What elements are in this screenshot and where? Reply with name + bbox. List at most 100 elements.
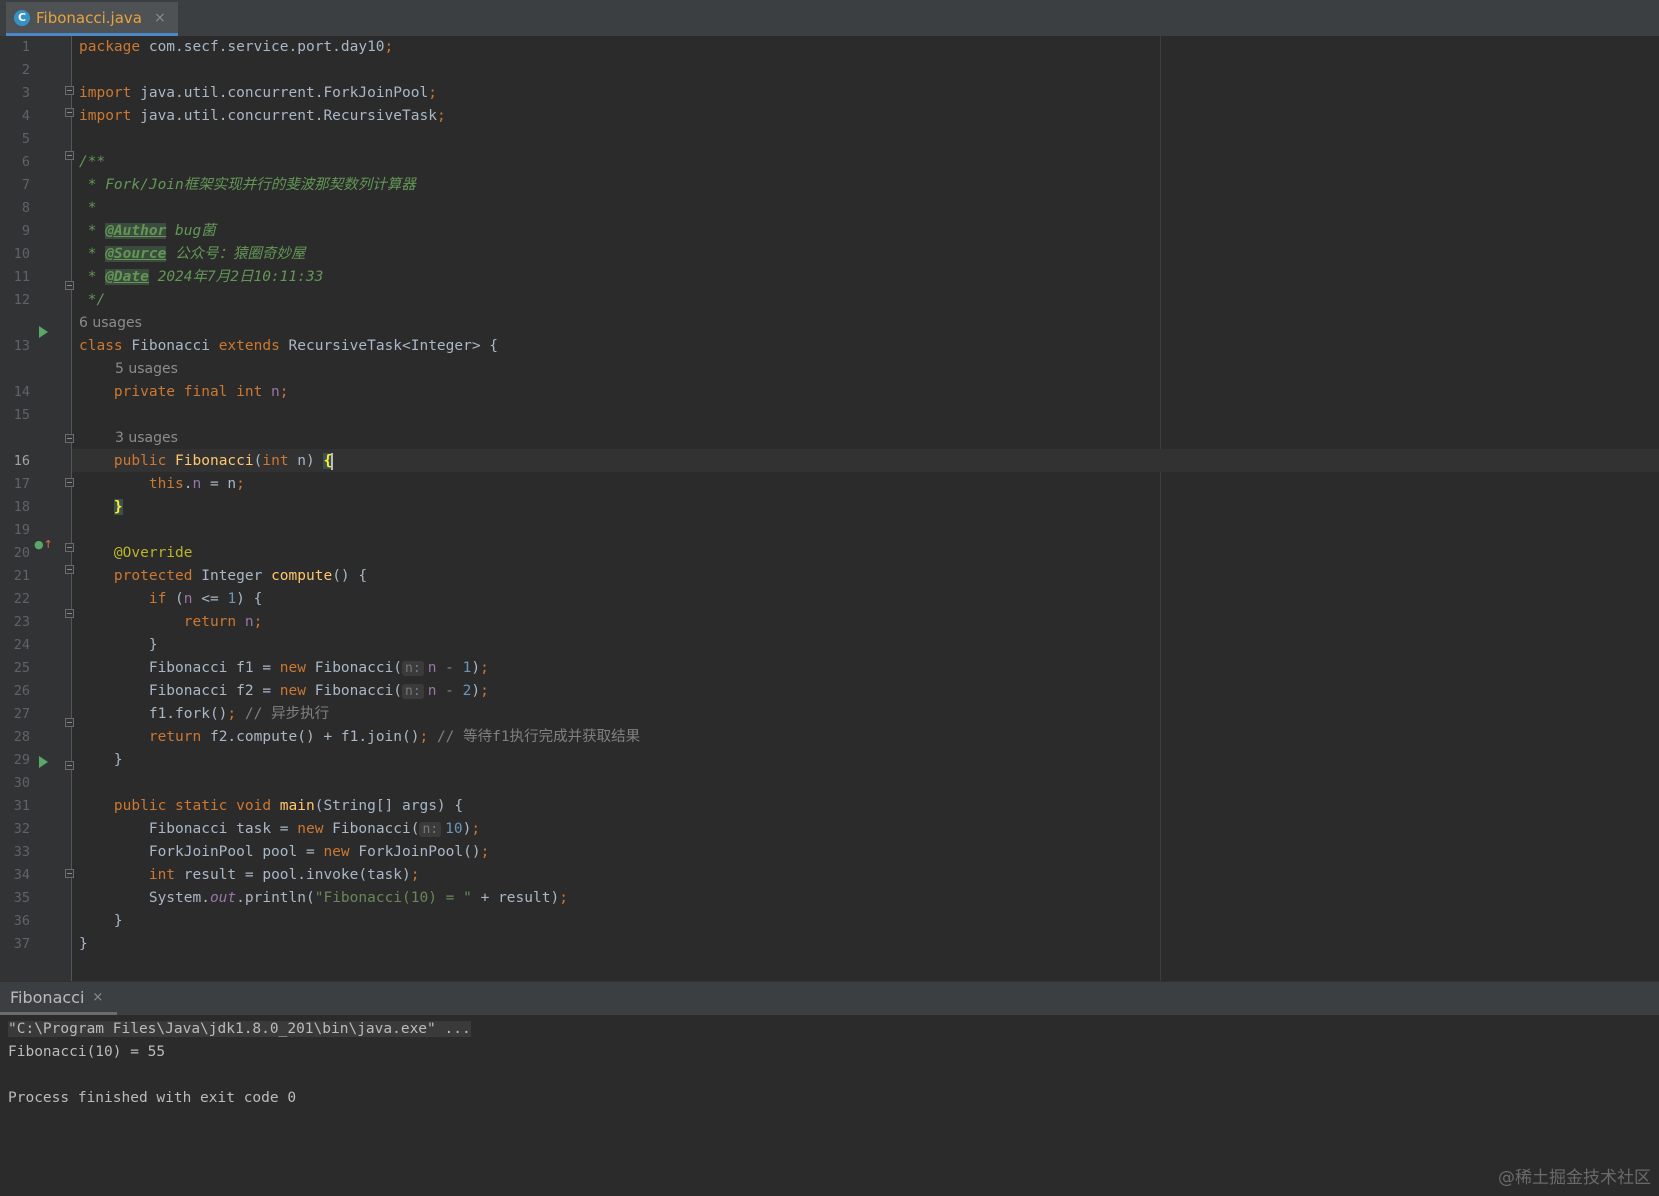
code-token: new	[323, 844, 350, 860]
inlay-row: 5 usages	[0, 358, 1659, 381]
line-number: 6	[21, 154, 30, 170]
line-number: 4	[21, 108, 30, 124]
code-line: 12 */	[0, 289, 1659, 312]
code-token: ;	[471, 821, 481, 837]
inlay-row: 6 usages	[0, 312, 1659, 335]
run-tab-label: Fibonacci	[10, 987, 85, 1007]
code-token: 2024年7月2日10:11:33	[148, 269, 324, 285]
code-token: .println(	[236, 890, 315, 906]
console-exit-message: Process finished with exit code 0	[8, 1090, 297, 1106]
code-line: 5	[0, 128, 1659, 151]
code-line: 25 Fibonacci f1 = new Fibonacci(n: n - 1)…	[0, 657, 1659, 680]
code-token: new	[279, 660, 306, 676]
usages-hint[interactable]: 3 usages	[115, 427, 178, 450]
line-number: 30	[13, 775, 30, 791]
code-token: () {	[332, 568, 368, 584]
doc-comment: /**	[79, 154, 106, 170]
editor-tab-bar: C Fibonacci.java ×	[0, 0, 1659, 37]
code-token: n -	[427, 660, 463, 676]
usages-hint[interactable]: 5 usages	[115, 358, 178, 381]
line-number: 8	[21, 200, 30, 216]
code-token: 1	[227, 591, 237, 607]
line-number: 9	[21, 223, 30, 239]
line-number: 28	[13, 729, 30, 745]
code-line: 9 * @Author bug菌	[0, 220, 1659, 243]
code-token: ;	[480, 683, 489, 699]
code-token: RecursiveTask<Integer> {	[279, 338, 499, 354]
code-token: ForkJoinPool pool =	[148, 844, 324, 860]
code-token: public static void	[113, 798, 272, 814]
tab-label: Fibonacci.java	[36, 8, 142, 27]
code-line: 11 * @Date 2024年7月2日10:11:33	[0, 266, 1659, 289]
code-token: Integer	[192, 568, 272, 584]
code-line: 8 *	[0, 197, 1659, 220]
line-number: 27	[13, 706, 30, 722]
code-token: extends	[218, 338, 280, 354]
code-token: int	[148, 867, 176, 883]
line-number: 35	[13, 890, 30, 906]
run-tab-fibonacci[interactable]: Fibonacci ×	[0, 982, 118, 1015]
code-token: ;	[419, 729, 429, 745]
code-token: main	[271, 798, 315, 814]
code-token: 公众号：猿圈奇妙屋	[166, 246, 306, 262]
code-token: java.util.concurrent.RecursiveTask	[131, 108, 437, 124]
code-line: 31 public static void main(String[] args…	[0, 795, 1659, 818]
tab-fibonacci-java[interactable]: C Fibonacci.java ×	[6, 2, 178, 36]
line-number: 11	[13, 269, 30, 285]
line-number: 13	[13, 338, 30, 354]
code-token: n	[262, 384, 280, 400]
code-token: n -	[427, 683, 463, 699]
parameter-hint: n:	[402, 661, 424, 676]
console-command[interactable]: "C:\Program Files\Java\jdk1.8.0_201\bin\…	[8, 1021, 471, 1037]
code-token: bug菌	[166, 223, 216, 239]
code-token: ;	[384, 39, 394, 55]
code-line: 24 }	[0, 634, 1659, 657]
code-token: ;	[410, 867, 420, 883]
line-number: 21	[13, 568, 30, 584]
code-token: *	[79, 246, 106, 262]
code-line: 22 if (n <= 1) {	[0, 588, 1659, 611]
doc-tag: @Author	[105, 223, 167, 239]
code-token: Fibonacci(	[306, 660, 403, 676]
code-line: 27 f1.fork(); // 异步执行	[0, 703, 1659, 726]
code-token: }	[113, 752, 123, 768]
code-token: n	[236, 614, 254, 630]
code-line: 34 int result = pool.invoke(task);	[0, 864, 1659, 887]
code-line: 26 Fibonacci f2 = new Fibonacci(n: n - 2)…	[0, 680, 1659, 703]
line-number: 3	[21, 85, 30, 101]
close-icon[interactable]: ×	[154, 10, 166, 26]
code-editor[interactable]: ●↑ 1 package com.secf.service.port.day10…	[0, 36, 1659, 981]
code-line: 36 }	[0, 910, 1659, 933]
code-token: }	[113, 913, 123, 929]
usages-hint[interactable]: 6 usages	[79, 312, 142, 335]
text-caret	[331, 452, 334, 470]
code-token: ;	[279, 384, 289, 400]
code-token: ForkJoinPool()	[349, 844, 481, 860]
watermark: @稀土掘金技术社区	[1498, 1168, 1651, 1188]
line-number: 2	[21, 62, 30, 78]
code-token: class	[79, 338, 123, 354]
code-line: 2	[0, 59, 1659, 82]
code-token: compute	[271, 568, 333, 584]
code-token: if	[148, 591, 167, 607]
code-token: n)	[288, 453, 324, 469]
code-token: "Fibonacci(10) = "	[314, 890, 472, 906]
code-token: Fibonacci(	[323, 821, 420, 837]
code-token: public	[113, 453, 167, 469]
code-token: = n	[201, 476, 237, 492]
line-number: 26	[13, 683, 30, 699]
code-line: 37 }	[0, 933, 1659, 956]
code-token: Fibonacci f1 =	[148, 660, 280, 676]
doc-tag: @Date	[105, 269, 149, 285]
code-line: 32 Fibonacci task = new Fibonacci(n: 10);	[0, 818, 1659, 841]
code-token: package	[79, 39, 141, 55]
code-token: n	[192, 476, 202, 492]
close-icon[interactable]: ×	[92, 990, 103, 1005]
parameter-hint: n:	[402, 684, 424, 699]
code-line: 23 return n;	[0, 611, 1659, 634]
code-token: java.util.concurrent.ForkJoinPool	[131, 85, 429, 101]
code-token: Fibonacci(	[306, 683, 403, 699]
code-token: 10	[445, 821, 463, 837]
line-number: 23	[13, 614, 30, 630]
console-output: Fibonacci(10) = 55	[8, 1044, 166, 1060]
